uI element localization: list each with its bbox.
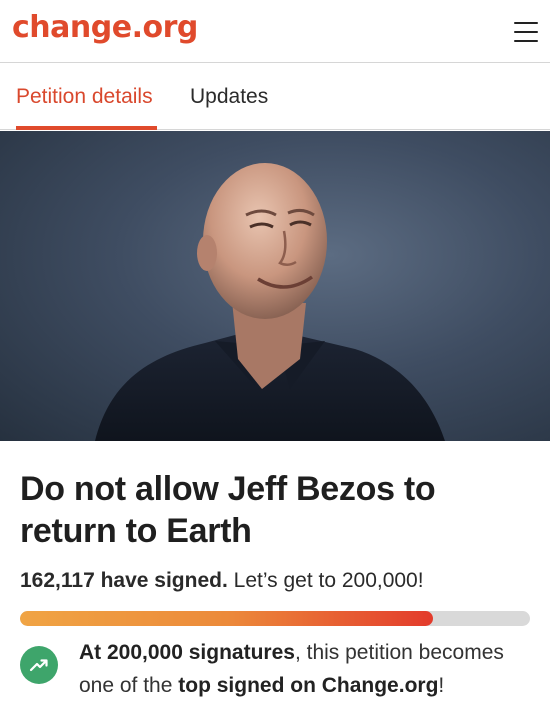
petition-title: Do not allow Jeff Bezos to return to Ear… [20, 470, 436, 550]
tab-updates[interactable]: Updates [190, 85, 268, 109]
portrait-illustration [95, 163, 445, 441]
menu-bar [514, 22, 538, 24]
petition-tabs: Petition details Updates [0, 63, 550, 130]
petition-page: change.org Petition details Updates Do n… [0, 0, 550, 710]
tab-petition-details[interactable]: Petition details [16, 85, 153, 109]
menu-bar [514, 31, 538, 33]
active-tab-indicator [16, 126, 157, 130]
milestone-top-signed: top signed on Change.org [178, 674, 439, 697]
change-org-logo[interactable]: change.org [12, 10, 198, 45]
milestone-text-end: ! [438, 674, 445, 697]
top-header: change.org [0, 0, 550, 63]
milestone-text: At 200,000 signatures, this petition bec… [79, 636, 539, 702]
signature-goal: Let’s get to 200,000! [233, 569, 424, 592]
milestone-target: At 200,000 signatures [79, 641, 295, 664]
hamburger-menu-icon[interactable] [514, 22, 538, 42]
progress-fill [20, 611, 434, 626]
trending-arrow-glyph [29, 659, 48, 672]
menu-bar [514, 40, 538, 42]
petition-hero-image [0, 131, 550, 441]
signature-progress-bar [20, 611, 530, 626]
trending-up-icon [20, 646, 58, 684]
signature-count-line: 162,117 have signed. Let’s get to 200,00… [20, 569, 424, 593]
signed-count: 162,117 have signed. [20, 569, 228, 592]
